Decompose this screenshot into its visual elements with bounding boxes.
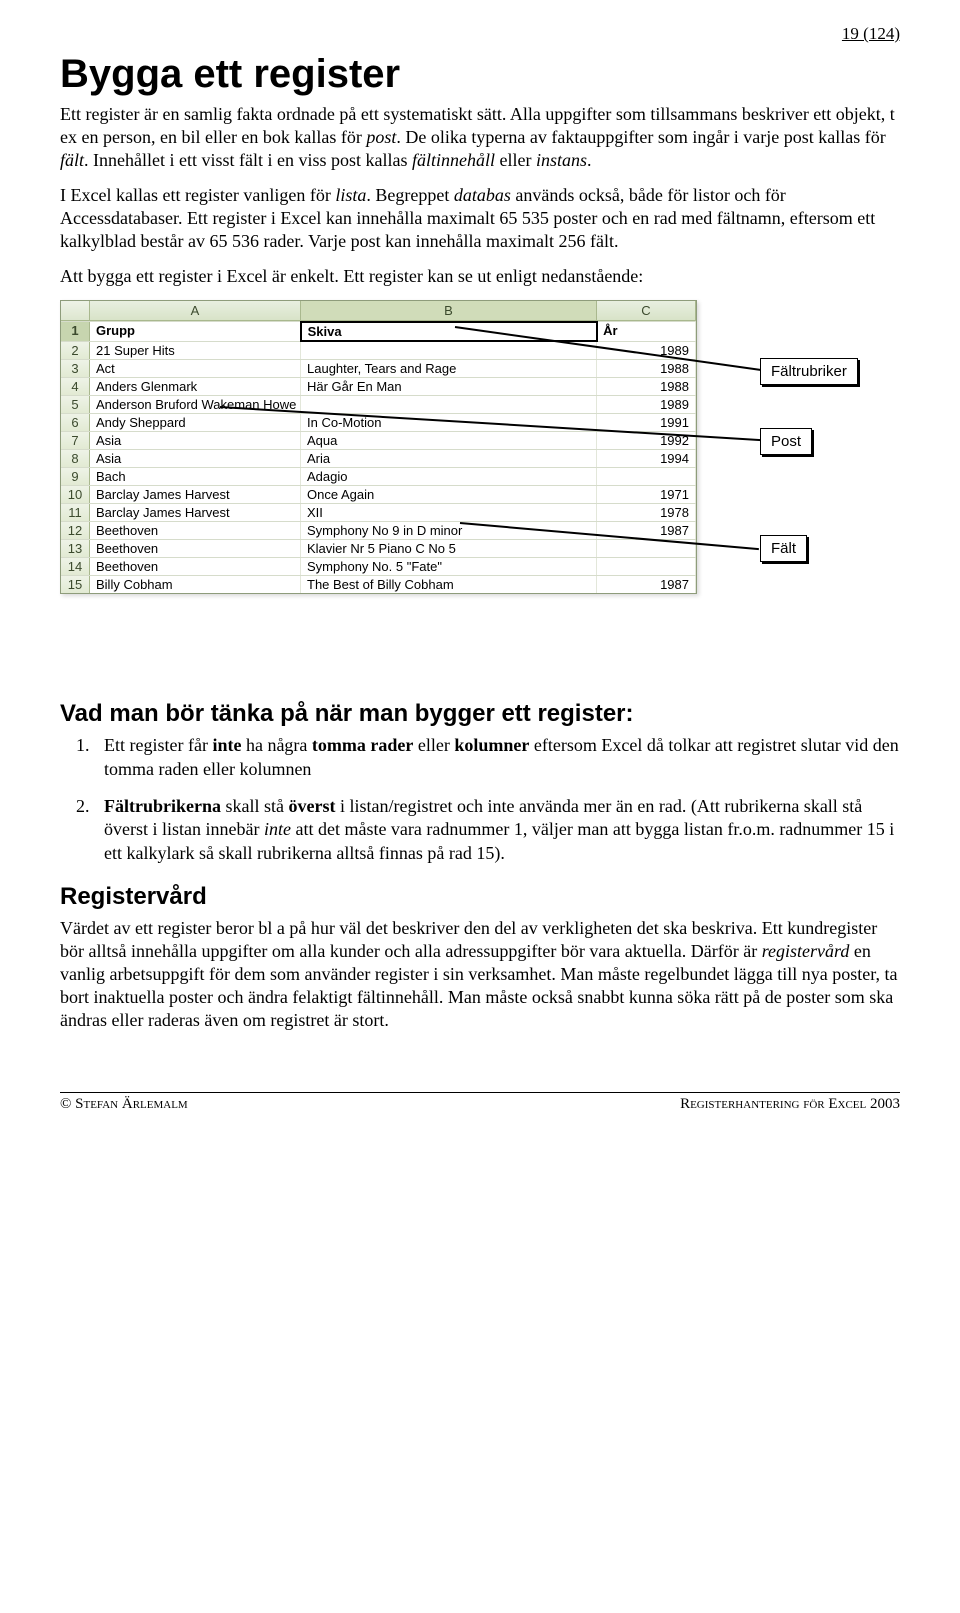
col-header-a: A xyxy=(90,301,301,320)
tips-list: Ett register får inte ha några tomma rad… xyxy=(60,734,900,865)
intro-paragraph-1: Ett register är en samlig fakta ordnade … xyxy=(60,103,900,172)
cell-ar: 1988 xyxy=(597,360,696,377)
row-number: 1 xyxy=(61,322,90,341)
row-number: 9 xyxy=(61,468,90,485)
cell-grupp: Andy Sheppard xyxy=(90,414,301,431)
cell-ar: 1989 xyxy=(597,396,696,413)
cell-grupp: Bach xyxy=(90,468,301,485)
spreadsheet: A B C 1 Grupp Skiva År 221 Super Hits198… xyxy=(60,300,697,594)
footer-author: © Stefan Ärlemalm xyxy=(60,1096,188,1113)
cell-grupp: Anders Glenmark xyxy=(90,378,301,395)
cell-grupp: Beethoven xyxy=(90,558,301,575)
cell-skiva: Aqua xyxy=(301,432,597,449)
row-number: 11 xyxy=(61,504,90,521)
cell-grupp: Billy Cobham xyxy=(90,576,301,593)
col-header-c: C xyxy=(597,301,696,320)
table-row: 3ActLaughter, Tears and Rage1988 xyxy=(61,359,696,377)
page-title: Bygga ett register xyxy=(60,52,900,97)
column-header-row: A B C xyxy=(61,301,696,321)
cell-skiva: XII xyxy=(301,504,597,521)
row-number: 4 xyxy=(61,378,90,395)
cell-skiva: Once Again xyxy=(301,486,597,503)
table-row: 10Barclay James HarvestOnce Again1971 xyxy=(61,485,696,503)
header-row: 1 Grupp Skiva År xyxy=(61,321,696,341)
row-number: 10 xyxy=(61,486,90,503)
document-page: 19 (124) Bygga ett register Ett register… xyxy=(0,0,960,1153)
row-number: 2 xyxy=(61,342,90,359)
field-header-ar: År xyxy=(597,322,696,341)
cell-ar: 1978 xyxy=(597,504,696,521)
cell-ar xyxy=(597,558,696,575)
regvard-heading: Registervård xyxy=(60,883,900,911)
tip-2: Fältrubrikerna skall stå överst i listan… xyxy=(94,795,900,865)
select-all-corner xyxy=(61,301,90,320)
cell-grupp: Asia xyxy=(90,432,301,449)
page-footer: © Stefan Ärlemalm Registerhantering för … xyxy=(60,1092,900,1113)
cell-grupp: Beethoven xyxy=(90,522,301,539)
row-number: 7 xyxy=(61,432,90,449)
excel-screenshot: A B C 1 Grupp Skiva År 221 Super Hits198… xyxy=(60,300,900,660)
cell-skiva: In Co-Motion xyxy=(301,414,597,431)
cell-grupp: 21 Super Hits xyxy=(90,342,301,359)
callout-field: Fält xyxy=(760,535,807,562)
cell-ar: 1989 xyxy=(597,342,696,359)
table-row: 15Billy CobhamThe Best of Billy Cobham19… xyxy=(61,575,696,593)
table-row: 8AsiaAria1994 xyxy=(61,449,696,467)
cell-skiva: Här Går En Man xyxy=(301,378,597,395)
footer-title: Registerhantering för Excel 2003 xyxy=(680,1096,900,1113)
callout-fieldheaders: Fältrubriker xyxy=(760,358,858,385)
row-number: 5 xyxy=(61,396,90,413)
col-header-b: B xyxy=(301,301,597,320)
cell-ar: 1991 xyxy=(597,414,696,431)
row-number: 6 xyxy=(61,414,90,431)
table-row: 14BeethovenSymphony No. 5 "Fate" xyxy=(61,557,696,575)
page-number: 19 (124) xyxy=(60,24,900,44)
tips-heading: Vad man bör tänka på när man bygger ett … xyxy=(60,700,900,728)
row-number: 8 xyxy=(61,450,90,467)
row-number: 3 xyxy=(61,360,90,377)
table-row: 11Barclay James HarvestXII1978 xyxy=(61,503,696,521)
table-row: 7AsiaAqua1992 xyxy=(61,431,696,449)
cell-skiva: Aria xyxy=(301,450,597,467)
row-number: 12 xyxy=(61,522,90,539)
cell-skiva: The Best of Billy Cobham xyxy=(301,576,597,593)
cell-skiva: Klavier Nr 5 Piano C No 5 xyxy=(301,540,597,557)
table-row: 4Anders GlenmarkHär Går En Man1988 xyxy=(61,377,696,395)
cell-skiva: Adagio xyxy=(301,468,597,485)
cell-ar: 1988 xyxy=(597,378,696,395)
field-header-grupp: Grupp xyxy=(90,322,301,341)
cell-grupp: Barclay James Harvest xyxy=(90,504,301,521)
table-row: 9BachAdagio xyxy=(61,467,696,485)
cell-grupp: Barclay James Harvest xyxy=(90,486,301,503)
regvard-paragraph: Värdet av ett register beror bl a på hur… xyxy=(60,917,900,1032)
cell-grupp: Asia xyxy=(90,450,301,467)
table-row: 13BeethovenKlavier Nr 5 Piano C No 5 xyxy=(61,539,696,557)
cell-skiva xyxy=(301,396,597,413)
cell-skiva: Symphony No. 5 "Fate" xyxy=(301,558,597,575)
row-number: 14 xyxy=(61,558,90,575)
cell-ar: 1987 xyxy=(597,576,696,593)
tip-1: Ett register får inte ha några tomma rad… xyxy=(94,734,900,781)
cell-grupp: Beethoven xyxy=(90,540,301,557)
cell-skiva xyxy=(301,342,597,359)
cell-skiva: Laughter, Tears and Rage xyxy=(301,360,597,377)
cell-ar: 1994 xyxy=(597,450,696,467)
row-number: 13 xyxy=(61,540,90,557)
table-row: 221 Super Hits 1989 xyxy=(61,341,696,359)
cell-grupp: Act xyxy=(90,360,301,377)
intro-paragraph-2: I Excel kallas ett register vanligen för… xyxy=(60,184,900,253)
cell-ar: 1971 xyxy=(597,486,696,503)
table-row: 5Anderson Bruford Wakeman Howe1989 xyxy=(61,395,696,413)
intro-paragraph-3: Att bygga ett register i Excel är enkelt… xyxy=(60,265,900,288)
row-number: 15 xyxy=(61,576,90,593)
cell-ar xyxy=(597,468,696,485)
callout-post: Post xyxy=(760,428,812,455)
table-row: 12BeethovenSymphony No 9 in D minor1987 xyxy=(61,521,696,539)
